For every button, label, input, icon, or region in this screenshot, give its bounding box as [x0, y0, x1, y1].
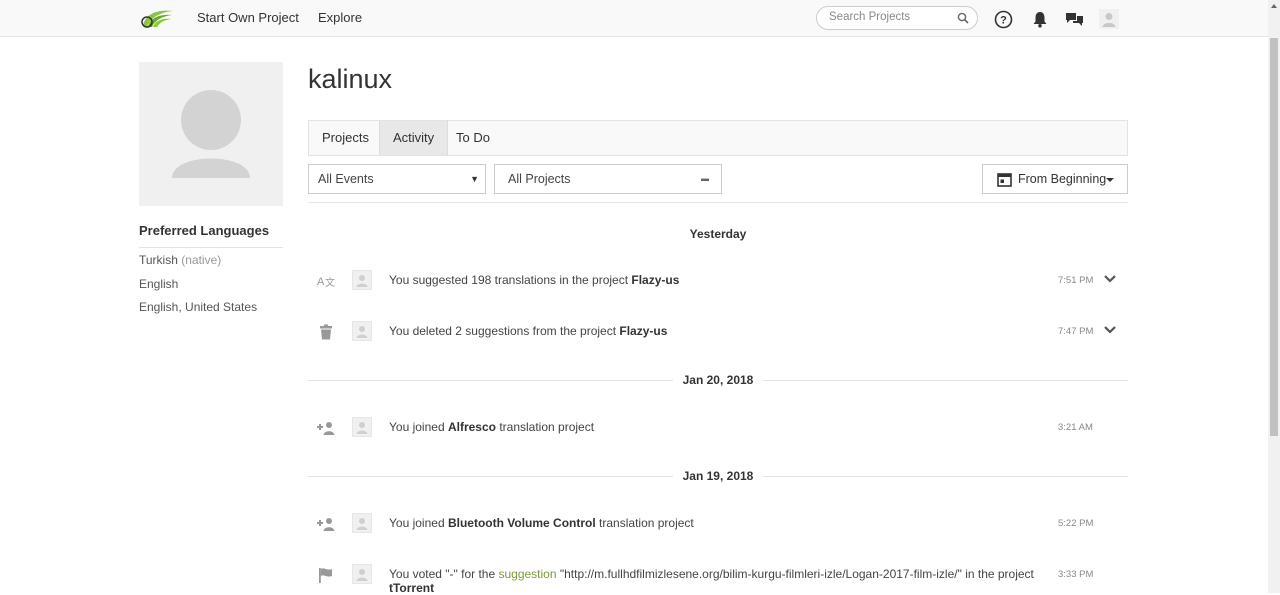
tab-bar: Projects Activity To Do [308, 120, 1128, 156]
project-name[interactable]: Bluetooth Volume Control [448, 516, 596, 530]
start-own-project-link[interactable]: Start Own Project [197, 10, 299, 25]
explore-link[interactable]: Explore [318, 10, 362, 25]
profile-avatar [139, 62, 283, 206]
projects-select-value: All Projects [508, 172, 571, 186]
project-name[interactable]: Flazy-us [631, 273, 679, 287]
calendar-icon [997, 172, 1012, 190]
events-select[interactable]: All Events ▼ [308, 164, 486, 194]
tab-todo[interactable]: To Do [443, 121, 503, 155]
activity-text: You suggested 198 translations in the pr… [389, 273, 680, 287]
avatar [352, 321, 372, 341]
activity-text: You joined Bluetooth Volume Control tran… [389, 516, 694, 530]
tab-activity[interactable]: Activity [379, 121, 449, 155]
timestamp: 5:22 PM [1058, 518, 1094, 529]
activity-row: You joined Alfresco translation project … [308, 414, 1128, 442]
activity-text: You deleted 2 suggestions from the proje… [389, 324, 668, 338]
events-select-value: All Events [318, 172, 374, 186]
language-name: Turkish [139, 253, 178, 267]
date-heading: Jan 19, 2018 [308, 469, 1128, 483]
activity-row: You deleted 2 suggestions from the proje… [308, 318, 1128, 346]
language-item: English, United States [139, 300, 257, 314]
date-heading: Jan 20, 2018 [308, 373, 1128, 387]
avatar [352, 417, 372, 437]
avatar [352, 270, 372, 290]
flag-icon [316, 565, 336, 585]
dropdown-arrow-icon: ▬ [701, 174, 709, 183]
project-name[interactable]: Flazy-us [619, 324, 667, 338]
chevron-down-icon[interactable] [1103, 272, 1117, 289]
translate-icon: A文 [316, 271, 336, 291]
language-item: English [139, 277, 178, 291]
page-title: kalinux [308, 64, 393, 94]
logo-icon[interactable] [139, 6, 175, 30]
divider [308, 202, 1128, 203]
search-input[interactable] [829, 11, 957, 23]
suggestion-link[interactable]: suggestion [498, 567, 556, 581]
help-icon[interactable]: ? [992, 8, 1014, 30]
timestamp: 3:33 PM [1058, 569, 1094, 580]
timestamp: 3:21 AM [1058, 422, 1093, 433]
join-user-icon [316, 514, 336, 534]
svg-text:A: A [317, 276, 325, 288]
timestamp: 7:51 PM [1058, 275, 1094, 286]
search-icon[interactable] [957, 12, 969, 27]
language-name: English, United States [139, 300, 258, 314]
activity-row: A文 You suggested 198 translations in the… [308, 267, 1128, 295]
language-item: Turkish (native) [139, 253, 221, 267]
trash-icon [316, 322, 336, 342]
date-range-label: From Beginning [1018, 172, 1107, 186]
search-box[interactable] [816, 6, 978, 30]
avatar [352, 564, 372, 584]
activity-text: You joined Alfresco translation project [389, 420, 595, 434]
divider [139, 247, 283, 248]
svg-text:文: 文 [325, 276, 335, 288]
projects-select[interactable]: All Projects ▬ [494, 164, 722, 194]
top-navbar: Start Own Project Explore ? [0, 0, 1268, 37]
svg-text:?: ? [1000, 14, 1007, 26]
dropdown-arrow-icon: ▼ [470, 174, 479, 184]
tab-projects[interactable]: Projects [309, 121, 382, 155]
bell-icon[interactable] [1029, 8, 1051, 30]
user-avatar-icon[interactable] [1098, 8, 1120, 30]
avatar [352, 513, 372, 533]
date-heading: Yesterday [308, 227, 1128, 241]
activity-row: You voted "-" for the suggestion "http:/… [308, 561, 1128, 595]
scrollbar-thumb[interactable] [1270, 38, 1278, 436]
scroll-up-arrow-icon[interactable] [1268, 0, 1280, 12]
chevron-down-icon[interactable] [1103, 323, 1117, 340]
timestamp: 7:47 PM [1058, 326, 1094, 337]
project-name[interactable]: Alfresco [448, 420, 496, 434]
date-range-button[interactable]: From Beginning [982, 164, 1128, 194]
language-note: (native) [181, 253, 222, 267]
join-user-icon [316, 418, 336, 438]
caret-down-icon [1106, 178, 1114, 182]
language-name: English [139, 277, 179, 291]
activity-text: You voted "-" for the suggestion "http:/… [389, 567, 1034, 595]
messages-icon[interactable] [1063, 8, 1085, 30]
preferred-languages-title: Preferred Languages [139, 223, 270, 238]
activity-row: You joined Bluetooth Volume Control tran… [308, 510, 1128, 538]
